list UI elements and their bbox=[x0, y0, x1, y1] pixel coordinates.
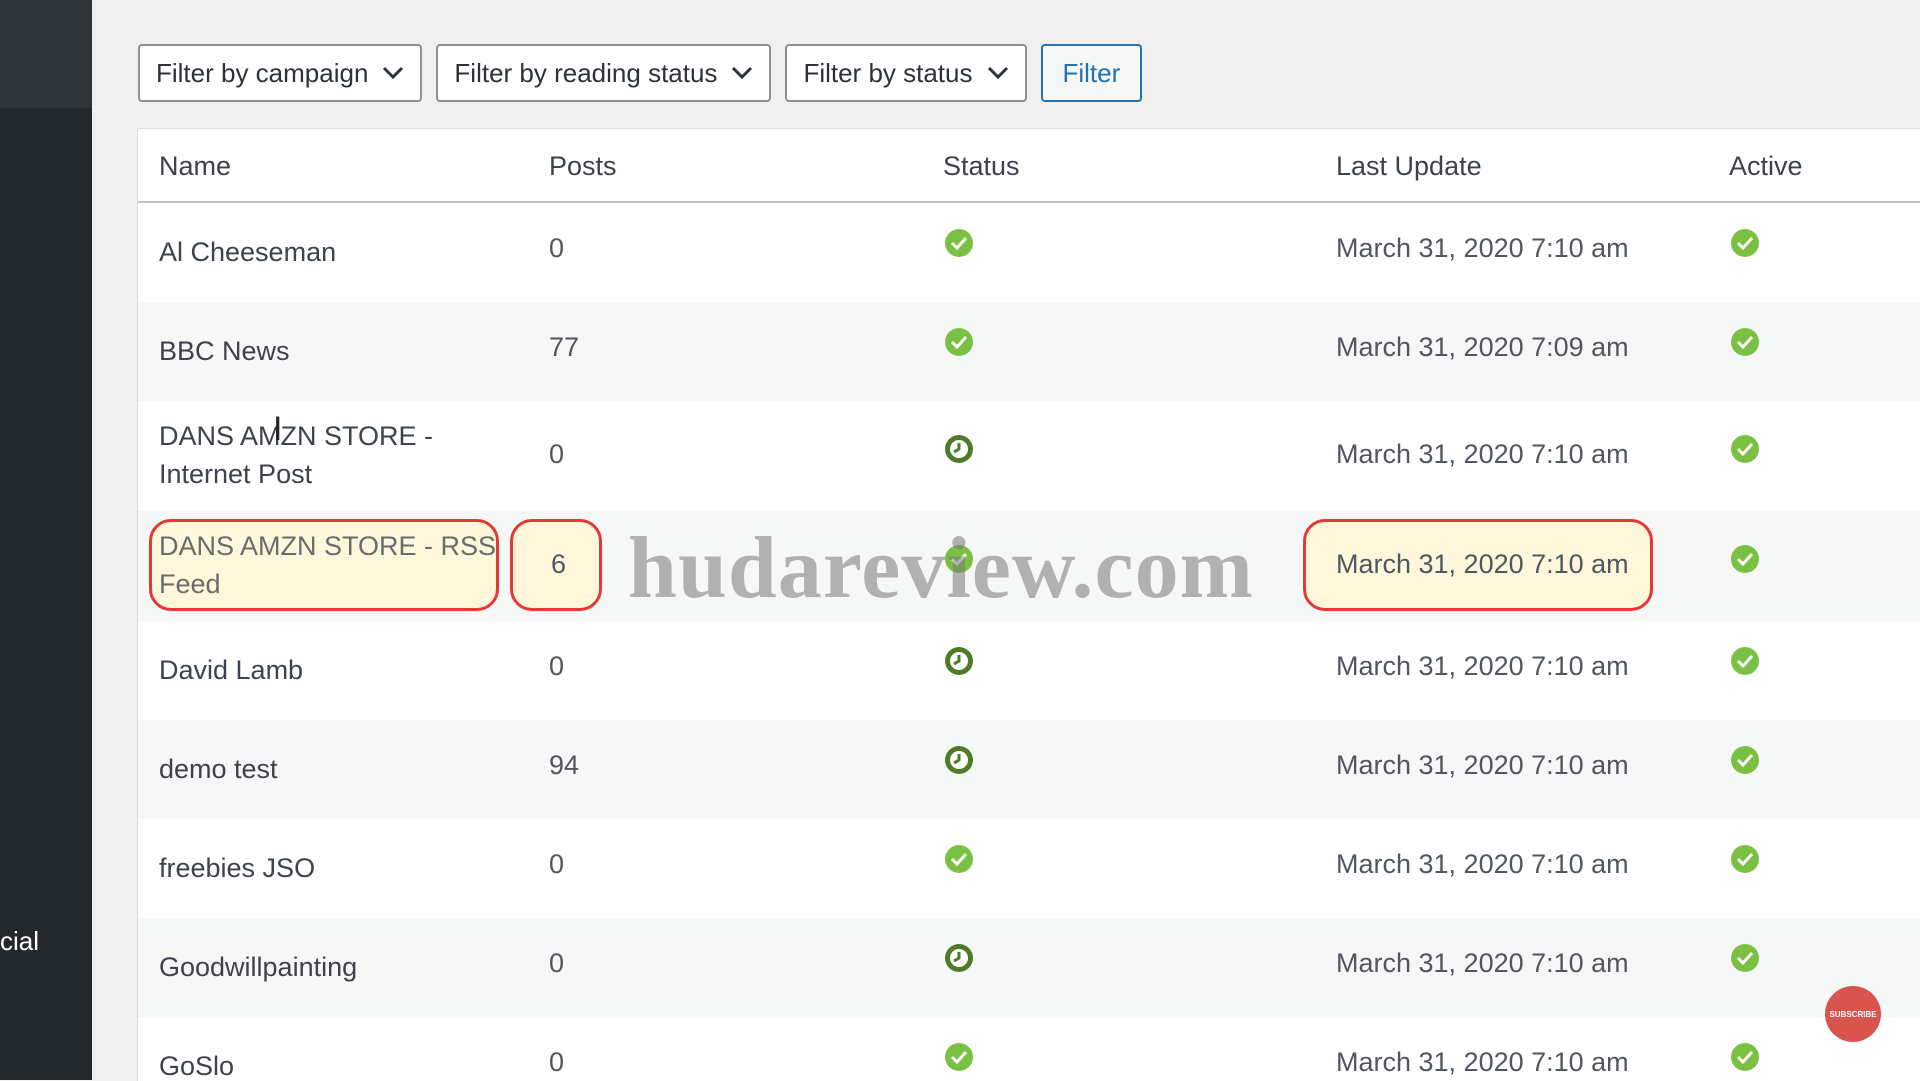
table-row: freebies JSO 0 March 31, 2020 7:10 am bbox=[138, 819, 1920, 918]
chevron-down-icon bbox=[731, 66, 753, 80]
row-last-update: March 31, 2020 7:10 am bbox=[1336, 948, 1629, 978]
row-last-update: March 31, 2020 7:10 am bbox=[1336, 651, 1629, 681]
row-posts-count: 0 bbox=[549, 439, 565, 469]
check-icon[interactable] bbox=[1729, 744, 1761, 783]
row-name-link[interactable]: GoSlo bbox=[159, 1047, 499, 1081]
table-row: David Lamb 0 March 31, 2020 7:10 am bbox=[138, 621, 1920, 720]
check-icon[interactable] bbox=[1729, 227, 1761, 266]
subscribe-badge[interactable]: SUBSCRIBE bbox=[1825, 986, 1881, 1042]
table-row: BBC News 77 March 31, 2020 7:09 am bbox=[138, 302, 1920, 401]
row-name-line: DANS AMZN STORE - bbox=[159, 421, 434, 451]
check-icon bbox=[943, 227, 975, 266]
row-name-link[interactable]: DANS AMZN STORE - RSS Feed bbox=[159, 527, 499, 603]
column-header-posts[interactable]: Posts bbox=[549, 151, 617, 182]
row-name-link[interactable]: demo test bbox=[159, 750, 499, 788]
check-icon bbox=[943, 1041, 975, 1080]
row-name-link[interactable]: Al Cheeseman bbox=[159, 233, 499, 271]
row-name-line: Internet Post bbox=[159, 459, 313, 489]
table-row: Goodwillpainting 0 March 31, 2020 7:10 a… bbox=[138, 918, 1920, 1017]
row-posts-count: 6 bbox=[551, 549, 567, 579]
check-icon[interactable] bbox=[1729, 1041, 1761, 1080]
column-header-status[interactable]: Status bbox=[943, 151, 1020, 182]
row-name-line: DANS AMZN STORE - RSS bbox=[159, 531, 497, 561]
row-posts-count: 0 bbox=[549, 1047, 565, 1077]
row-posts-count: 94 bbox=[549, 750, 580, 780]
filter-status-select[interactable]: Filter by status bbox=[785, 44, 1027, 102]
check-icon bbox=[943, 843, 975, 882]
clock-icon bbox=[943, 645, 975, 684]
filter-toolbar: Filter by campaign Filter by reading sta… bbox=[138, 44, 1143, 106]
row-name-link[interactable]: freebies JSO bbox=[159, 849, 499, 887]
row-name-link[interactable]: DANS AMZN STORE - Internet Post bbox=[159, 417, 499, 493]
row-posts-count: 0 bbox=[549, 233, 565, 263]
clock-icon bbox=[943, 942, 975, 981]
sidebar-item-label[interactable]: cial bbox=[0, 926, 39, 957]
row-last-update: March 31, 2020 7:10 am bbox=[1336, 439, 1629, 469]
chevron-down-icon bbox=[987, 66, 1009, 80]
clock-icon bbox=[943, 433, 975, 472]
row-last-update: March 31, 2020 7:10 am bbox=[1336, 1047, 1629, 1077]
row-last-update: March 31, 2020 7:10 am bbox=[1336, 750, 1629, 780]
sidebar-top-item[interactable] bbox=[0, 0, 92, 108]
table-header: Name Posts Status Last Update Active bbox=[138, 129, 1920, 203]
row-last-update: March 31, 2020 7:10 am bbox=[1336, 233, 1629, 263]
check-icon[interactable] bbox=[1729, 942, 1761, 981]
table-row: Al Cheeseman 0 March 31, 2020 7:10 am bbox=[138, 203, 1920, 302]
filter-reading-status-label: Filter by reading status bbox=[454, 57, 718, 88]
chevron-down-icon bbox=[382, 66, 404, 80]
filter-button[interactable]: Filter bbox=[1040, 44, 1143, 102]
admin-sidebar: cial bbox=[0, 0, 92, 1080]
row-posts-count: 0 bbox=[549, 849, 565, 879]
column-header-name[interactable]: Name bbox=[159, 151, 231, 182]
row-name-link[interactable]: Goodwillpainting bbox=[159, 948, 499, 986]
watermark-text: hudareview.com bbox=[628, 520, 1254, 617]
row-posts-count: 0 bbox=[549, 651, 565, 681]
row-posts-count: 0 bbox=[549, 948, 565, 978]
table-row: GoSlo 0 March 31, 2020 7:10 am bbox=[138, 1017, 1920, 1081]
check-icon[interactable] bbox=[1729, 645, 1761, 684]
row-last-update: March 31, 2020 7:10 am bbox=[1336, 849, 1629, 879]
table-row: demo test 94 March 31, 2020 7:10 am bbox=[138, 720, 1920, 819]
check-icon[interactable] bbox=[1729, 326, 1761, 365]
check-icon[interactable] bbox=[1729, 433, 1761, 472]
clock-icon bbox=[943, 744, 975, 783]
filter-reading-status-select[interactable]: Filter by reading status bbox=[436, 44, 772, 102]
column-header-active[interactable]: Active bbox=[1729, 151, 1803, 182]
row-last-update: March 31, 2020 7:09 am bbox=[1336, 332, 1629, 362]
row-name-link[interactable]: David Lamb bbox=[159, 651, 499, 689]
table-row: DANS AMZN STORE - Internet Post 0 March … bbox=[138, 401, 1920, 511]
row-last-update: March 31, 2020 7:10 am bbox=[1336, 549, 1629, 579]
check-icon[interactable] bbox=[1729, 843, 1761, 882]
row-posts-count: 77 bbox=[549, 332, 580, 362]
row-name-link[interactable]: BBC News bbox=[159, 332, 499, 370]
check-icon[interactable] bbox=[1729, 543, 1761, 582]
check-icon bbox=[943, 326, 975, 365]
row-name-line: Feed bbox=[159, 569, 221, 599]
text-cursor-icon: I bbox=[273, 410, 283, 448]
filter-campaign-label: Filter by campaign bbox=[156, 57, 369, 88]
filter-status-label: Filter by status bbox=[803, 57, 973, 88]
filter-campaign-select[interactable]: Filter by campaign bbox=[138, 44, 423, 102]
column-header-last-update[interactable]: Last Update bbox=[1336, 151, 1482, 182]
